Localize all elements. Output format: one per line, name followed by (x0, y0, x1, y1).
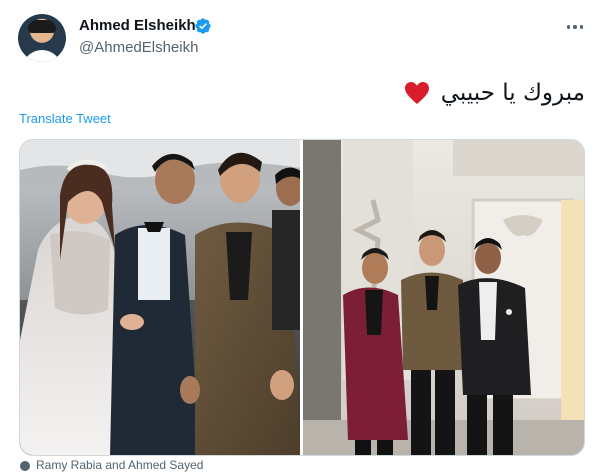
media-gallery (19, 139, 585, 456)
tweet-card: Ahmed Elsheikh @AhmedElsheikh مبروك يا ح… (0, 0, 607, 472)
photo-three-men[interactable] (303, 140, 584, 455)
author-avatar[interactable] (18, 14, 66, 62)
tagged-users-row[interactable]: Ramy Rabia and Ahmed Sayed (20, 458, 580, 472)
tweet-text: مبروك يا حبيبي (440, 80, 585, 106)
verified-badge-icon (195, 18, 211, 34)
more-options-icon[interactable] (563, 17, 587, 37)
photo-wedding-couple[interactable] (20, 140, 300, 455)
user-tag-icon (20, 460, 30, 471)
translate-tweet-link[interactable]: Translate Tweet (19, 111, 111, 126)
tagged-users-text: Ramy Rabia and Ahmed Sayed (36, 458, 204, 472)
author-handle[interactable]: @AhmedElsheikh (79, 39, 198, 56)
author-name[interactable]: Ahmed Elsheikh (79, 17, 196, 34)
heart-emoji-icon (405, 82, 429, 104)
